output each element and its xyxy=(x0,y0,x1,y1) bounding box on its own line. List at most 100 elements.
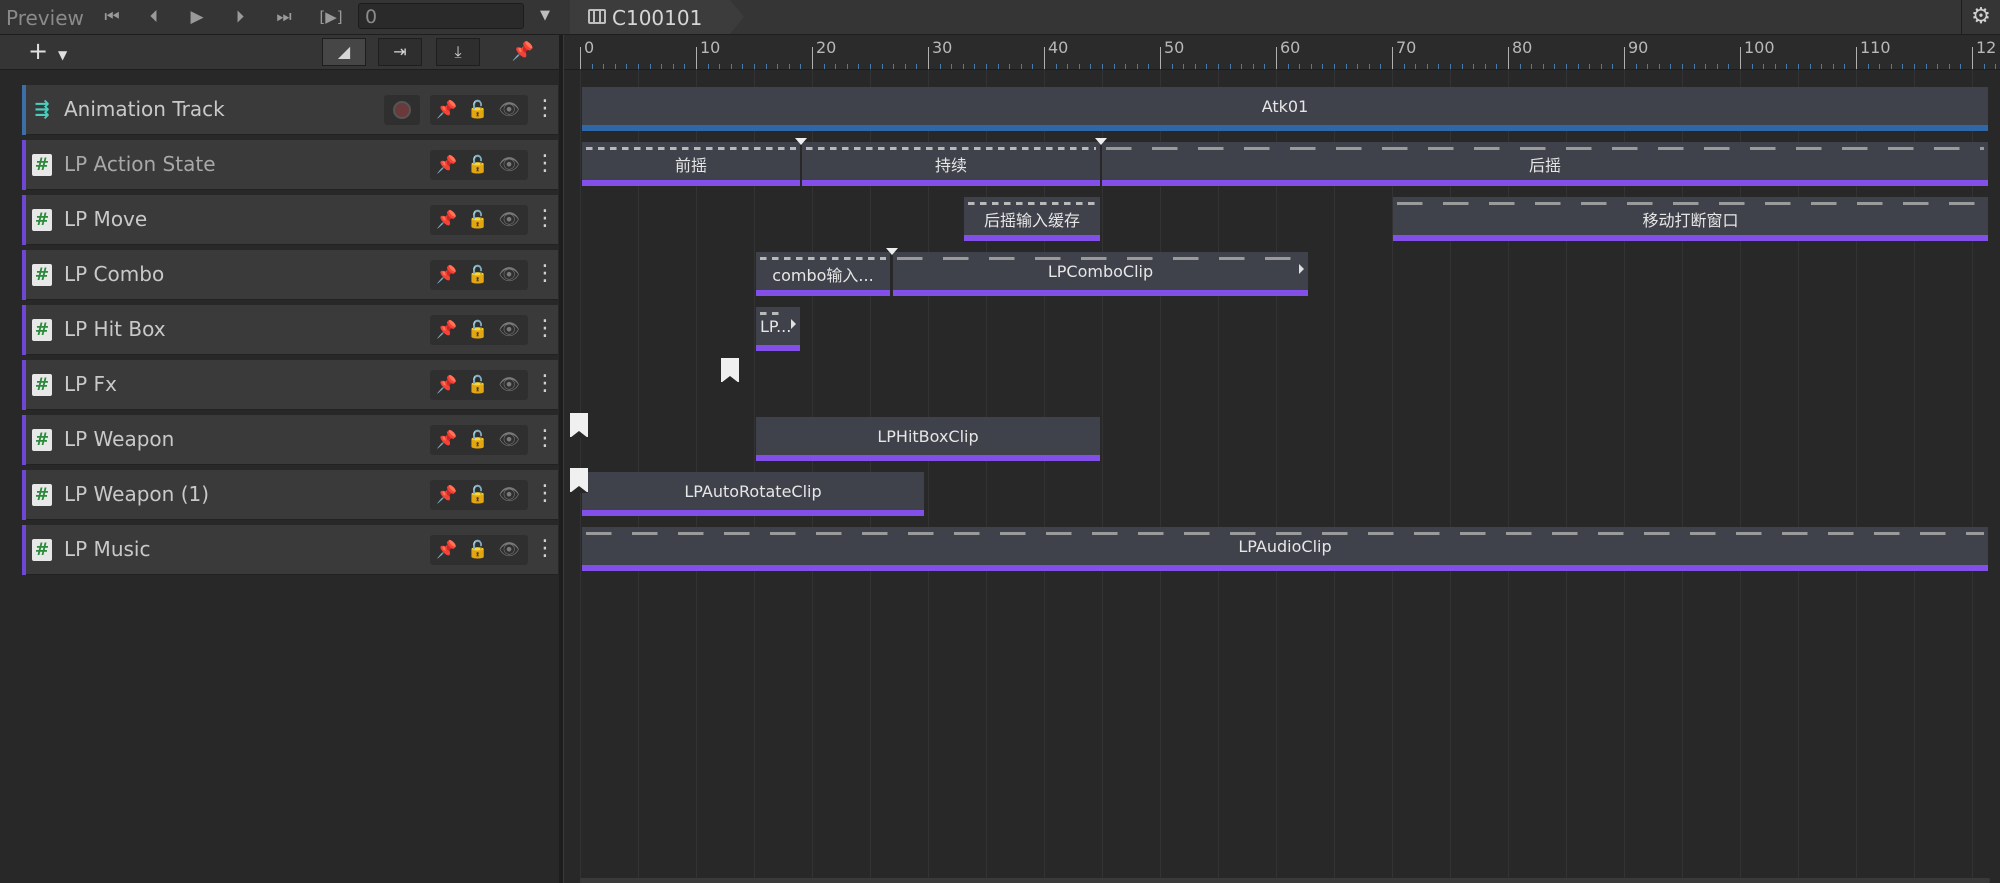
play-icon[interactable]: ▶ xyxy=(183,5,211,29)
grid-line xyxy=(1624,69,1625,883)
action-state-clip[interactable]: 持续 xyxy=(802,142,1100,186)
weapon-1-clip[interactable]: LPAutoRotateClip xyxy=(582,472,924,516)
eye-icon[interactable]: 👁 xyxy=(494,205,524,235)
pin-icon[interactable]: 📌 xyxy=(432,425,462,455)
pin-icon[interactable]: 📌 xyxy=(432,150,462,180)
ruler-minor-tick xyxy=(1949,64,1950,69)
track-name: LP Combo xyxy=(64,262,165,286)
ruler-minor-tick xyxy=(1311,64,1312,69)
timeline-asset-breadcrumb[interactable]: C100101 xyxy=(570,0,744,34)
track-menu-icon[interactable]: ⋮ xyxy=(534,425,556,455)
action-state-clip[interactable]: 前摇 xyxy=(582,142,800,186)
marker-bookmark-icon[interactable] xyxy=(721,358,739,383)
horizontal-scrollbar[interactable] xyxy=(580,878,1990,883)
marker-bookmark-icon[interactable] xyxy=(570,413,588,438)
record-button[interactable] xyxy=(384,95,420,125)
lock-icon[interactable]: 🔓 xyxy=(463,535,493,565)
weapon-clip[interactable]: LPHitBoxClip xyxy=(756,417,1100,461)
track-header-lp-combo[interactable]: # LP Combo 📌 🔓 👁 ⋮ xyxy=(22,250,558,300)
pin-icon[interactable]: 📌 xyxy=(432,370,462,400)
hit-box-clip[interactable]: LP... xyxy=(756,307,800,351)
combo-clip[interactable]: combo输入... xyxy=(756,252,890,296)
grid-line xyxy=(1508,69,1509,883)
track-header-lp-move[interactable]: # LP Move 📌 🔓 👁 ⋮ xyxy=(22,195,558,245)
track-header-lp-weapon[interactable]: # LP Weapon 📌 🔓 👁 ⋮ xyxy=(22,415,558,465)
eye-icon[interactable]: 👁 xyxy=(494,370,524,400)
move-clip[interactable]: 后摇输入缓存 xyxy=(964,197,1100,241)
track-name: LP Action State xyxy=(64,152,216,176)
time-format-dropdown[interactable]: ▼ xyxy=(540,6,556,26)
track-menu-icon[interactable]: ⋮ xyxy=(534,535,556,565)
ruler-tick-label: 30 xyxy=(932,38,953,57)
combo-clip[interactable]: LPComboClip xyxy=(893,252,1308,296)
eye-icon[interactable]: 👁 xyxy=(494,315,524,345)
film-strip-icon xyxy=(588,9,606,24)
eye-icon[interactable]: 👁 xyxy=(494,95,524,125)
track-header-animation[interactable]: ⇶ Animation Track 📌 🔓 👁 ⋮ xyxy=(22,85,558,135)
snap-tool-button[interactable]: ◢ xyxy=(322,38,366,66)
track-menu-icon[interactable]: ⋮ xyxy=(534,150,556,180)
track-header-lp-hit-box[interactable]: # LP Hit Box 📌 🔓 👁 ⋮ xyxy=(22,305,558,355)
move-clip[interactable]: 移动打断窗口 xyxy=(1393,197,1988,241)
ruler-minor-tick xyxy=(1879,64,1880,69)
track-header-lp-music[interactable]: # LP Music 📌 🔓 👁 ⋮ xyxy=(22,525,558,575)
eye-icon[interactable]: 👁 xyxy=(494,150,524,180)
go-to-first-frame-icon[interactable]: ⏮ xyxy=(98,5,126,29)
clip-label: 后摇 xyxy=(1528,156,1561,175)
animation-clip[interactable]: Atk01 xyxy=(582,87,1988,131)
previous-frame-icon[interactable]: ⏴ xyxy=(140,5,168,29)
current-frame-input[interactable]: 0 xyxy=(358,3,524,29)
time-ruler[interactable]: 0 10 20 30 40 50 60 70 80 90 100 110 12 xyxy=(564,35,2000,70)
add-track-button[interactable]: + ▼ xyxy=(28,39,80,65)
eye-icon[interactable]: 👁 xyxy=(494,260,524,290)
clip-boundary-marker xyxy=(795,138,807,145)
play-range-icon[interactable]: [▶] xyxy=(314,5,348,29)
pin-icon[interactable]: 📌 xyxy=(432,95,462,125)
lock-icon[interactable]: 🔓 xyxy=(463,260,493,290)
eye-icon[interactable]: 👁 xyxy=(494,480,524,510)
eye-icon[interactable]: 👁 xyxy=(494,425,524,455)
music-clip[interactable]: LPAudioClip xyxy=(582,527,1988,571)
pin-icon[interactable]: 📌 xyxy=(432,260,462,290)
lock-icon[interactable]: 🔓 xyxy=(463,205,493,235)
lock-icon[interactable]: 🔓 xyxy=(463,425,493,455)
eye-icon[interactable]: 👁 xyxy=(494,535,524,565)
track-menu-icon[interactable]: ⋮ xyxy=(534,370,556,400)
ripple-tool-button[interactable]: ⇥ xyxy=(378,38,422,66)
clip-label: LPAudioClip xyxy=(1238,537,1332,556)
grid-line xyxy=(1740,69,1741,883)
ruler-minor-tick xyxy=(626,64,627,69)
next-frame-icon[interactable]: ⏵ xyxy=(226,5,254,29)
track-menu-icon[interactable]: ⋮ xyxy=(534,205,556,235)
track-header-lp-action-state[interactable]: # LP Action State 📌 🔓 👁 ⋮ xyxy=(22,140,558,190)
preview-toggle[interactable]: Preview xyxy=(6,6,84,30)
pin-icon[interactable]: 📌 xyxy=(432,315,462,345)
lock-icon[interactable]: 🔓 xyxy=(463,95,493,125)
ruler-minor-tick xyxy=(1369,64,1370,69)
pin-icon[interactable]: 📌 xyxy=(432,480,462,510)
pin-icon[interactable]: 📌 xyxy=(432,205,462,235)
track-menu-icon[interactable]: ⋮ xyxy=(534,260,556,290)
track-header-lp-fx[interactable]: # LP Fx 📌 🔓 👁 ⋮ xyxy=(22,360,558,410)
lock-icon[interactable]: 🔓 xyxy=(463,315,493,345)
ruler-major-tick xyxy=(812,47,813,69)
marker-bookmark-icon[interactable] xyxy=(570,468,588,493)
track-menu-icon[interactable]: ⋮ xyxy=(534,315,556,345)
frame-fit-tool-button[interactable]: ⤓ xyxy=(436,38,480,66)
track-header-lp-weapon-1[interactable]: # LP Weapon (1) 📌 🔓 👁 ⋮ xyxy=(22,470,558,520)
ruler-minor-tick xyxy=(824,64,825,69)
pin-icon[interactable]: 📌 xyxy=(432,535,462,565)
pin-icon[interactable]: 📌 xyxy=(508,39,538,65)
track-menu-icon[interactable]: ⋮ xyxy=(534,480,556,510)
track-menu-icon[interactable]: ⋮ xyxy=(534,95,556,125)
grid-line xyxy=(1856,69,1857,883)
ruler-tick-label: 10 xyxy=(700,38,721,57)
ruler-major-tick xyxy=(1740,47,1741,69)
grid-line xyxy=(1334,69,1335,883)
action-state-clip[interactable]: 后摇 xyxy=(1102,142,1988,186)
lock-icon[interactable]: 🔓 xyxy=(463,480,493,510)
lock-icon[interactable]: 🔓 xyxy=(463,370,493,400)
lock-icon[interactable]: 🔓 xyxy=(463,150,493,180)
go-to-last-frame-icon[interactable]: ⏭ xyxy=(270,5,298,29)
settings-gear-icon[interactable]: ⚙ xyxy=(1968,4,1994,30)
